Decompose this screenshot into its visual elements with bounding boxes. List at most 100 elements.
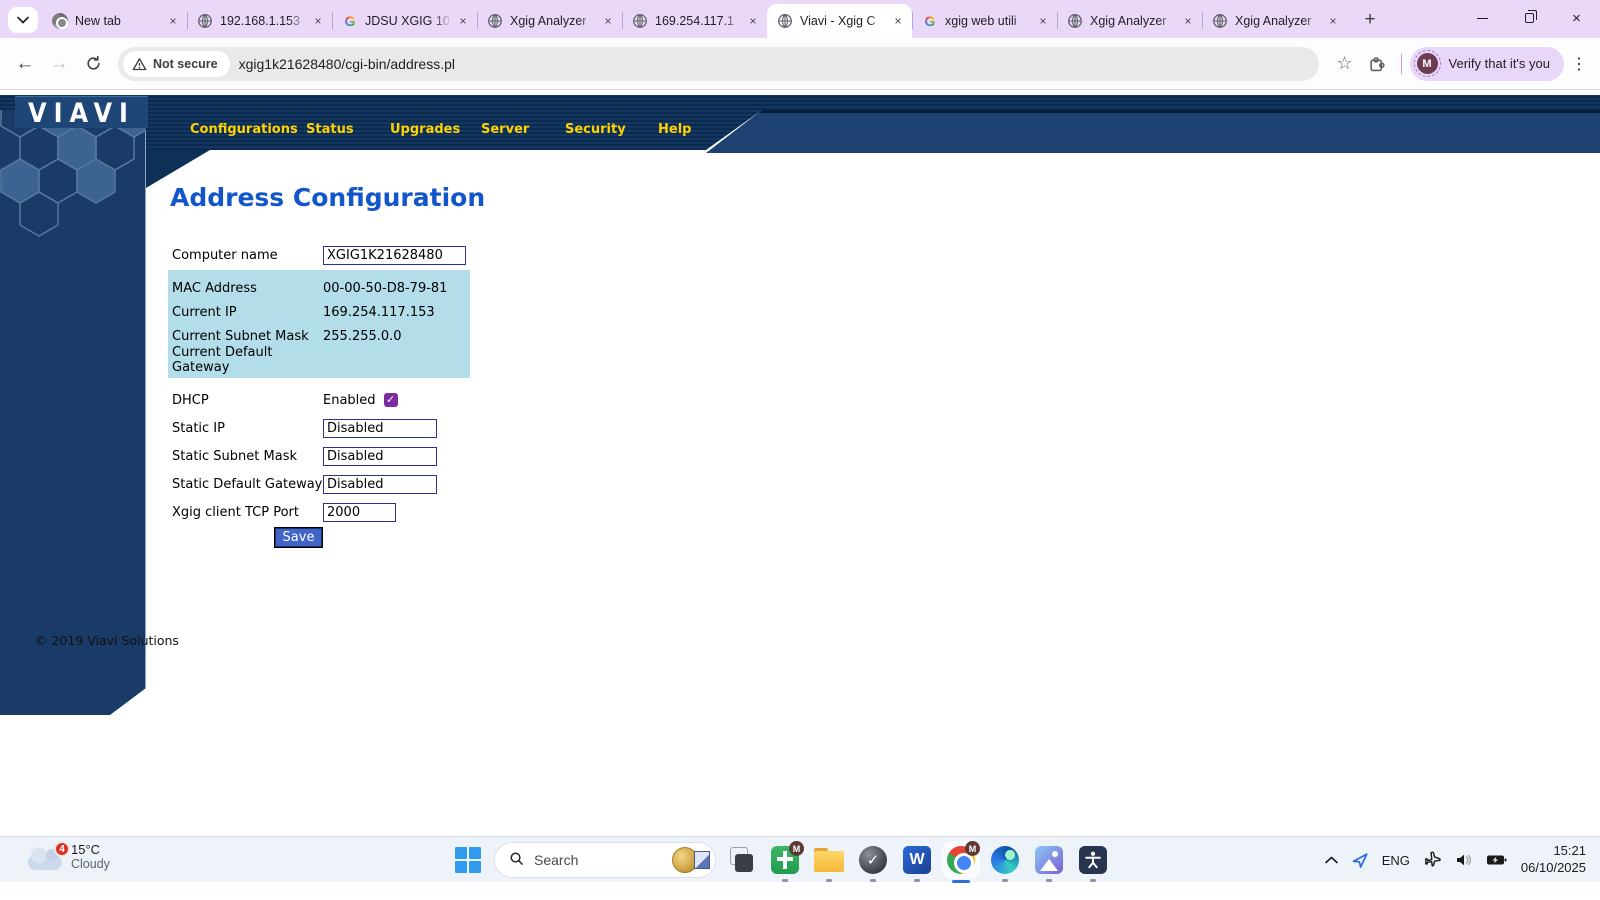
maximize-button[interactable] [1506,0,1553,36]
avatar: M [1416,53,1438,74]
file-explorer-button[interactable] [814,845,844,882]
static-subnet-row: Static Subnet Mask [172,442,1146,470]
current-ip-row: Current IP 169.254.117.153 [172,300,470,324]
nav-security[interactable]: Security [565,122,626,137]
edge-button[interactable] [990,845,1020,882]
task-view-icon [727,846,755,874]
running-indicator [782,879,788,882]
weather-condition: Cloudy [71,857,110,871]
globe-favicon-icon [1212,13,1228,29]
mac-address-value: 00-00-50-D8-79-81 [323,280,448,296]
folder-icon [814,848,844,872]
tab-search-button[interactable] [8,7,38,33]
mac-address-label: MAC Address [172,280,257,296]
globe-favicon-icon [1067,13,1083,29]
word-button[interactable]: W [902,845,932,882]
accessibility-button[interactable] [1078,845,1108,882]
static-ip-input[interactable] [323,418,437,438]
header-right-band [706,110,1600,153]
tray-chevron-button[interactable] [1324,856,1338,864]
save-button[interactable]: Save [274,527,323,548]
nav-server[interactable]: Server [481,122,529,137]
tab-close-icon[interactable]: × [455,13,471,29]
tab-close-icon[interactable]: × [600,13,616,29]
weather-temp: 15°C [71,842,101,857]
nav-configurations[interactable]: Configurations [190,122,298,137]
airplane-icon[interactable] [1423,850,1442,870]
tab-close-icon[interactable]: × [1035,13,1051,29]
tab-2[interactable]: 192.168.1.153 × [187,4,332,38]
globe-favicon-icon [777,13,793,29]
system-tray: ENG 15:21 06/10/2025 [1324,837,1586,883]
tab-3[interactable]: G JDSU XGIG 10 × [332,4,477,38]
security-chip[interactable]: Not secure [123,50,230,77]
taskbar-search[interactable]: Search [494,842,716,878]
computer-name-input[interactable] [323,245,466,265]
tab-8[interactable]: Xgig Analyzer × [1057,4,1202,38]
static-subnet-label: Static Subnet Mask [172,448,297,464]
dhcp-label: DHCP [172,392,209,408]
m-badge: M [789,841,804,856]
tab-9[interactable]: Xgig Analyzer × [1202,4,1347,38]
search-placeholder: Search [534,852,579,868]
chrome-button[interactable]: M [946,841,980,883]
back-button[interactable]: ← [8,47,42,81]
tcp-port-input[interactable] [323,502,396,522]
location-icon[interactable] [1351,851,1369,869]
computer-name-row: Computer name [172,242,1146,268]
nav-upgrades[interactable]: Upgrades [390,122,460,137]
tab-close-icon[interactable]: × [310,13,326,29]
photos-button[interactable] [1034,845,1064,882]
google-favicon-icon: G [342,13,358,29]
tab-7[interactable]: Gxgig web utili × [912,4,1057,38]
accessibility-icon [1079,846,1107,874]
task-view-button[interactable] [726,845,756,875]
mac-address-row: MAC Address 00-00-50-D8-79-81 [172,276,470,300]
reload-button[interactable] [76,47,110,81]
running-indicator [1090,879,1096,882]
tab-close-icon[interactable]: × [890,13,906,29]
weather-widget[interactable]: 4 15°C Cloudy [28,841,110,871]
word-icon: W [903,846,931,874]
volume-icon[interactable] [1455,852,1473,868]
profile-chip[interactable]: M Verify that it's you [1409,46,1564,81]
address-bar[interactable]: Not secure xgig1k21628480/cgi-bin/addres… [118,46,1319,81]
hexagon-pattern [0,110,146,260]
bookmark-star-button[interactable]: ☆ [1329,48,1361,80]
static-subnet-input[interactable] [323,446,437,466]
minimize-button[interactable] [1459,0,1506,36]
clock[interactable]: 15:21 06/10/2025 [1521,843,1586,877]
extensions-button[interactable] [1361,48,1393,80]
close-button[interactable]: × [1553,0,1600,36]
tab-close-icon[interactable]: × [1325,13,1341,29]
tab-close-icon[interactable]: × [165,13,181,29]
toolbar-separator [1400,53,1402,74]
close-icon: × [1572,9,1581,27]
language-indicator[interactable]: ENG [1382,853,1410,868]
tab-close-icon[interactable]: × [745,13,761,29]
app-check-circle[interactable]: ✓ [858,845,888,882]
forward-button[interactable]: → [42,47,76,81]
chevron-down-icon [17,16,29,24]
copyright-text: © 2019 Viavi Solutions [35,633,179,648]
static-gateway-input[interactable] [323,474,437,494]
tab-6[interactable]: Viavi - Xgig C × [767,4,912,38]
app-green-cross[interactable]: M [770,841,804,882]
tab-1[interactable]: New tab × [42,4,187,38]
battery-icon[interactable] [1486,853,1508,867]
tab-5[interactable]: 169.254.117.1 × [622,4,767,38]
dhcp-checkbox[interactable]: ✓ [383,393,398,407]
current-ip-value: 169.254.117.153 [323,304,435,320]
nav-status[interactable]: Status [306,122,354,137]
tab-title: New tab [75,14,121,28]
tab-title: xgig web utili [945,14,1017,28]
browser-toolbar: ← → Not secure xgig1k21628480/cgi-bin/ad… [0,38,1600,90]
computer-name-label: Computer name [172,247,278,263]
nav-help[interactable]: Help [658,122,691,137]
tab-close-icon[interactable]: × [1180,13,1196,29]
tab-title: Viavi - Xgig C [800,14,876,28]
browser-menu-button[interactable]: ⋮ [1564,54,1594,74]
start-button[interactable] [455,847,481,873]
tab-4[interactable]: Xgig Analyzer × [477,4,622,38]
new-tab-button[interactable]: + [1356,6,1384,34]
